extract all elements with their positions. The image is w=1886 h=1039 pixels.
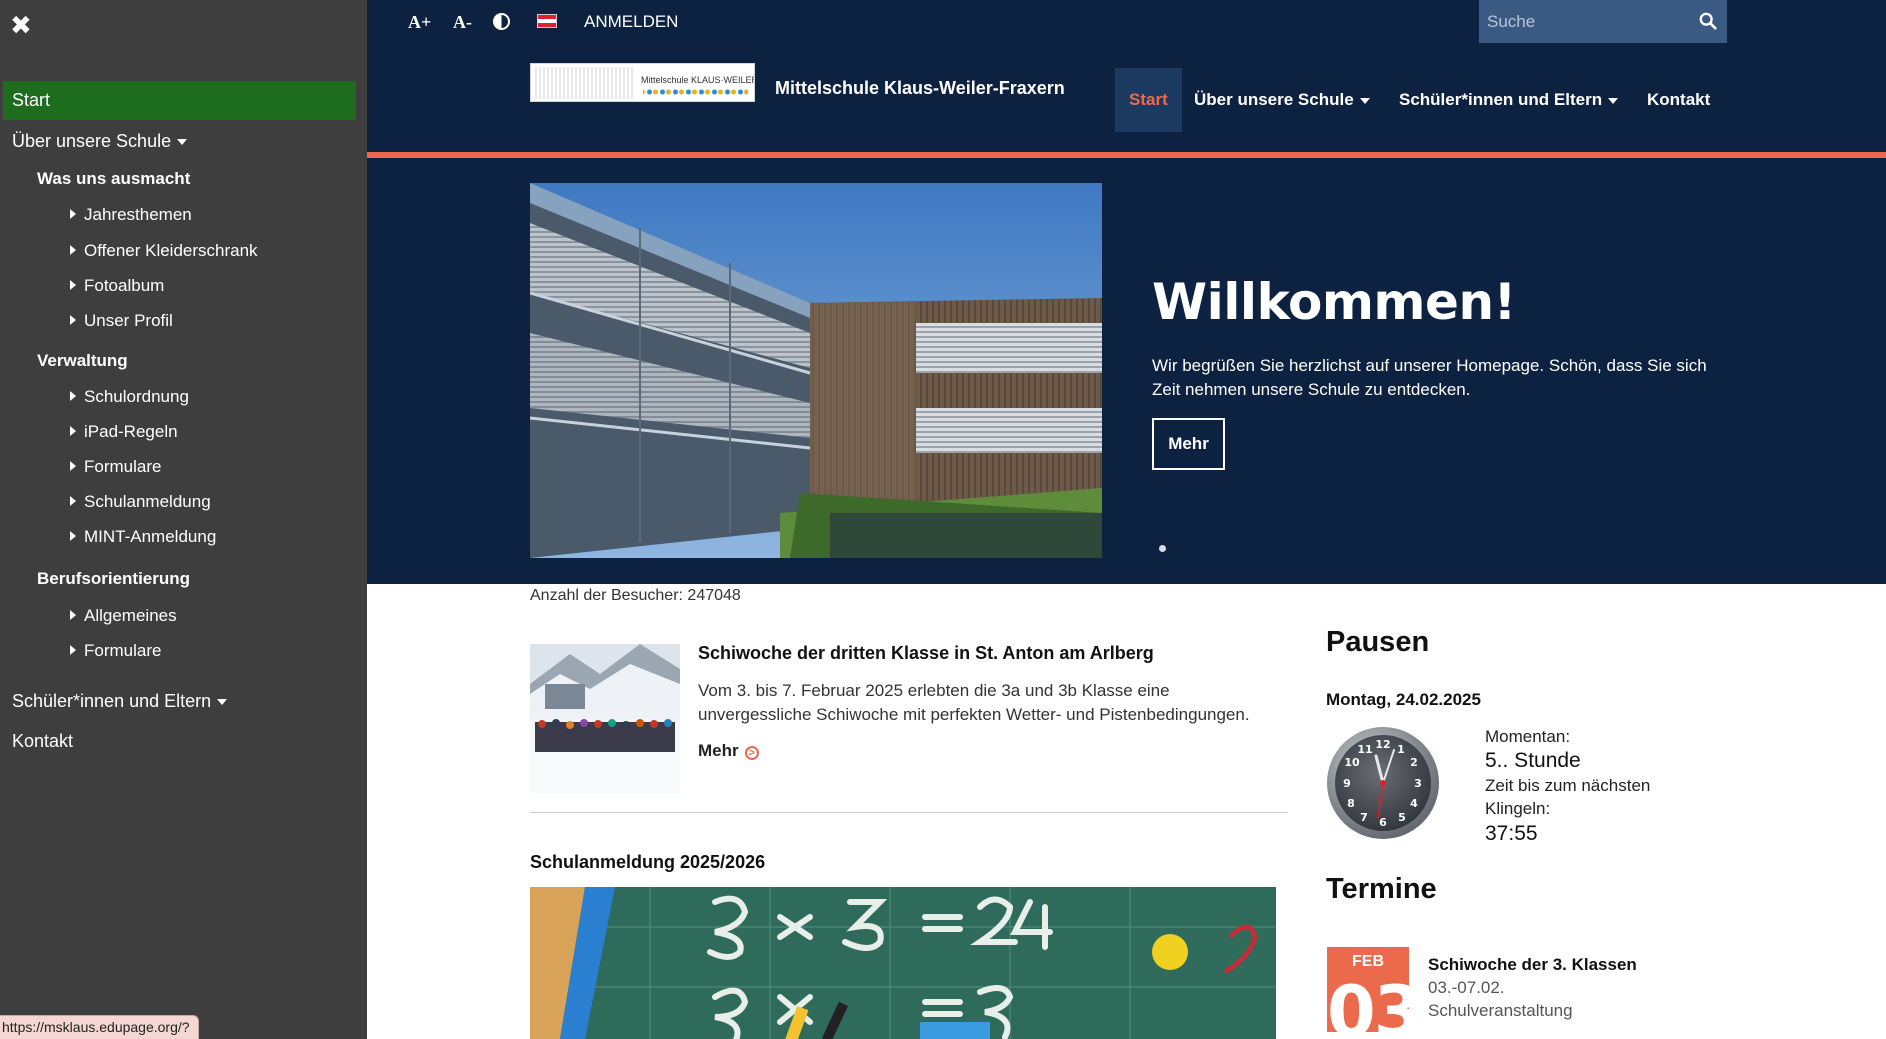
caret-down-icon (1359, 97, 1370, 104)
sidebar-link-formulare[interactable]: Formulare (70, 456, 161, 478)
event-title[interactable]: Schiwoche der 3. Klassen (1428, 955, 1637, 975)
news-title[interactable]: Schiwoche der dritten Klasse in St. Anto… (698, 643, 1154, 664)
news-more-label: Mehr (698, 741, 739, 760)
nav-ueber-unsere-schule[interactable]: Über unsere Schule (1194, 68, 1370, 132)
svg-text:4: 4 (1410, 797, 1418, 810)
site-title[interactable]: Mittelschule Klaus-Weiler-Fraxern (775, 78, 1065, 99)
logo-pattern (535, 67, 635, 99)
hero-text: Wir begrüßen Sie herzlichst auf unserer … (1152, 356, 1707, 399)
sidebar-link-mint-anmeldung[interactable]: MINT-Anmeldung (70, 526, 216, 548)
sidebar-link-ipad-regeln[interactable]: iPad-Regeln (70, 421, 178, 443)
sidebar-item-start[interactable]: Start (3, 81, 356, 120)
news-divider (530, 812, 1288, 813)
svg-text:10: 10 (1344, 756, 1360, 769)
svg-text:11: 11 (1357, 743, 1372, 756)
svg-text:12: 12 (1375, 738, 1390, 751)
nav-label: Über unsere Schule (1194, 90, 1354, 109)
sidebar-link-jahresthemen[interactable]: Jahresthemen (70, 204, 192, 226)
event-day: 03 (1327, 971, 1409, 1032)
logo-dots (643, 88, 748, 96)
nav-start[interactable]: Start (1115, 68, 1182, 132)
search-box (1479, 0, 1727, 43)
caret-down-icon (217, 699, 228, 706)
clock-icon: 12 12 345 678 91011 (1327, 727, 1439, 839)
search-input[interactable] (1479, 0, 1689, 43)
hero-more-button[interactable]: Mehr (1152, 418, 1225, 470)
current-lesson: 5.. Stunde (1485, 749, 1581, 772)
news-more-link[interactable]: Mehr > (698, 741, 759, 761)
school-logo[interactable]: Mittelschule KLAUS·WEILER·FRAXERN (530, 63, 755, 102)
hero-image (530, 183, 1102, 558)
svg-text:1: 1 (1397, 743, 1405, 756)
sidebar-section-title: Berufsorientierung (37, 569, 191, 588)
nav-schueler-eltern[interactable]: Schüler*innen und Eltern (1399, 68, 1619, 132)
sidebar-section-title: Verwaltung (37, 351, 128, 370)
svg-text:6: 6 (1379, 816, 1387, 829)
sidebar-link-unser-profil[interactable]: Unser Profil (70, 310, 173, 332)
pausen-date: Montag, 24.02.2025 (1326, 690, 1481, 709)
nav-kontakt[interactable]: Kontakt (1647, 68, 1710, 132)
sidebar-item-schueler-eltern[interactable]: Schüler*innen und Eltern (12, 690, 228, 712)
utility-bar: A+ A- ANMELDEN (367, 0, 1886, 44)
sidebar-item-ueber-unsere-schule[interactable]: Über unsere Schule (12, 130, 188, 152)
pausen-heading: Pausen (1326, 626, 1430, 658)
event-type: Schulveranstaltung (1428, 1001, 1573, 1020)
svg-text:8: 8 (1347, 797, 1355, 810)
sidebar-link-formulare-bo[interactable]: Formulare (70, 640, 161, 662)
news-thumbnail[interactable] (530, 644, 680, 793)
austria-flag-icon[interactable] (537, 14, 557, 28)
close-icon[interactable]: ✖ (10, 12, 32, 38)
sidebar-section-title: Was uns ausmacht (37, 169, 191, 188)
svg-text:5: 5 (1398, 811, 1406, 824)
remaining-label: Klingeln: (1485, 799, 1551, 818)
svg-text:7: 7 (1360, 811, 1368, 824)
login-link[interactable]: ANMELDEN (584, 10, 678, 34)
logo-text: Mittelschule KLAUS·WEILER·FRAXERN (641, 75, 754, 85)
remaining-time: 37:55 (1485, 822, 1538, 845)
search-icon[interactable] (1699, 12, 1717, 30)
event-dates: 03.-07.02. (1428, 978, 1505, 997)
sidebar-link-schulanmeldung[interactable]: Schulanmeldung (70, 491, 211, 513)
sidebar-item-kontakt[interactable]: Kontakt (12, 730, 73, 752)
caret-down-icon (177, 139, 188, 146)
arrow-right-circle-icon: > (744, 746, 759, 760)
contrast-icon[interactable] (493, 13, 510, 30)
news-title[interactable]: Schulanmeldung 2025/2026 (530, 852, 765, 873)
sidebar-link-fotoalbum[interactable]: Fotoalbum (70, 275, 164, 297)
event-date-badge[interactable]: FEB 03 (1327, 947, 1409, 1032)
hero-heading: Willkommen! (1152, 273, 1516, 331)
visitor-counter: Anzahl der Besucher: 247048 (530, 587, 741, 604)
svg-text:9: 9 (1343, 777, 1351, 790)
slider-dot[interactable] (1159, 545, 1166, 552)
status-bar-url: https://msklaus.edupage.org/? (0, 1015, 199, 1039)
nav-label: Schüler*innen und Eltern (1399, 90, 1603, 109)
sidebar-item-label: Schüler*innen und Eltern (12, 691, 212, 711)
termine-heading: Termine (1326, 873, 1437, 905)
current-label: Momentan: (1485, 727, 1571, 746)
sidebar-link-allgemeines[interactable]: Allgemeines (70, 605, 177, 627)
news-image[interactable] (530, 887, 1276, 1039)
sidebar-menu: ✖ Start Über unsere Schule Was uns ausma… (0, 0, 367, 1039)
site-header: Mittelschule KLAUS·WEILER·FRAXERN Mittel… (367, 44, 1886, 152)
sidebar-item-label: Über unsere Schule (12, 131, 172, 151)
hero-slider: Willkommen! Wir begrüßen Sie herzlichst … (367, 158, 1886, 584)
font-decrease-button[interactable]: A- (453, 10, 472, 34)
sidebar-link-schulordnung[interactable]: Schulordnung (70, 386, 189, 408)
svg-text:3: 3 (1414, 777, 1422, 790)
font-increase-button[interactable]: A+ (408, 10, 431, 34)
svg-text:2: 2 (1410, 756, 1418, 769)
remaining-label: Zeit bis zum nächsten (1485, 776, 1651, 795)
news-text: Vom 3. bis 7. Februar 2025 erlebten die … (698, 681, 1250, 724)
caret-down-icon (1608, 97, 1619, 104)
event-month: FEB (1352, 953, 1384, 970)
sidebar-link-offener-kleiderschrank[interactable]: Offener Kleiderschrank (70, 240, 258, 262)
